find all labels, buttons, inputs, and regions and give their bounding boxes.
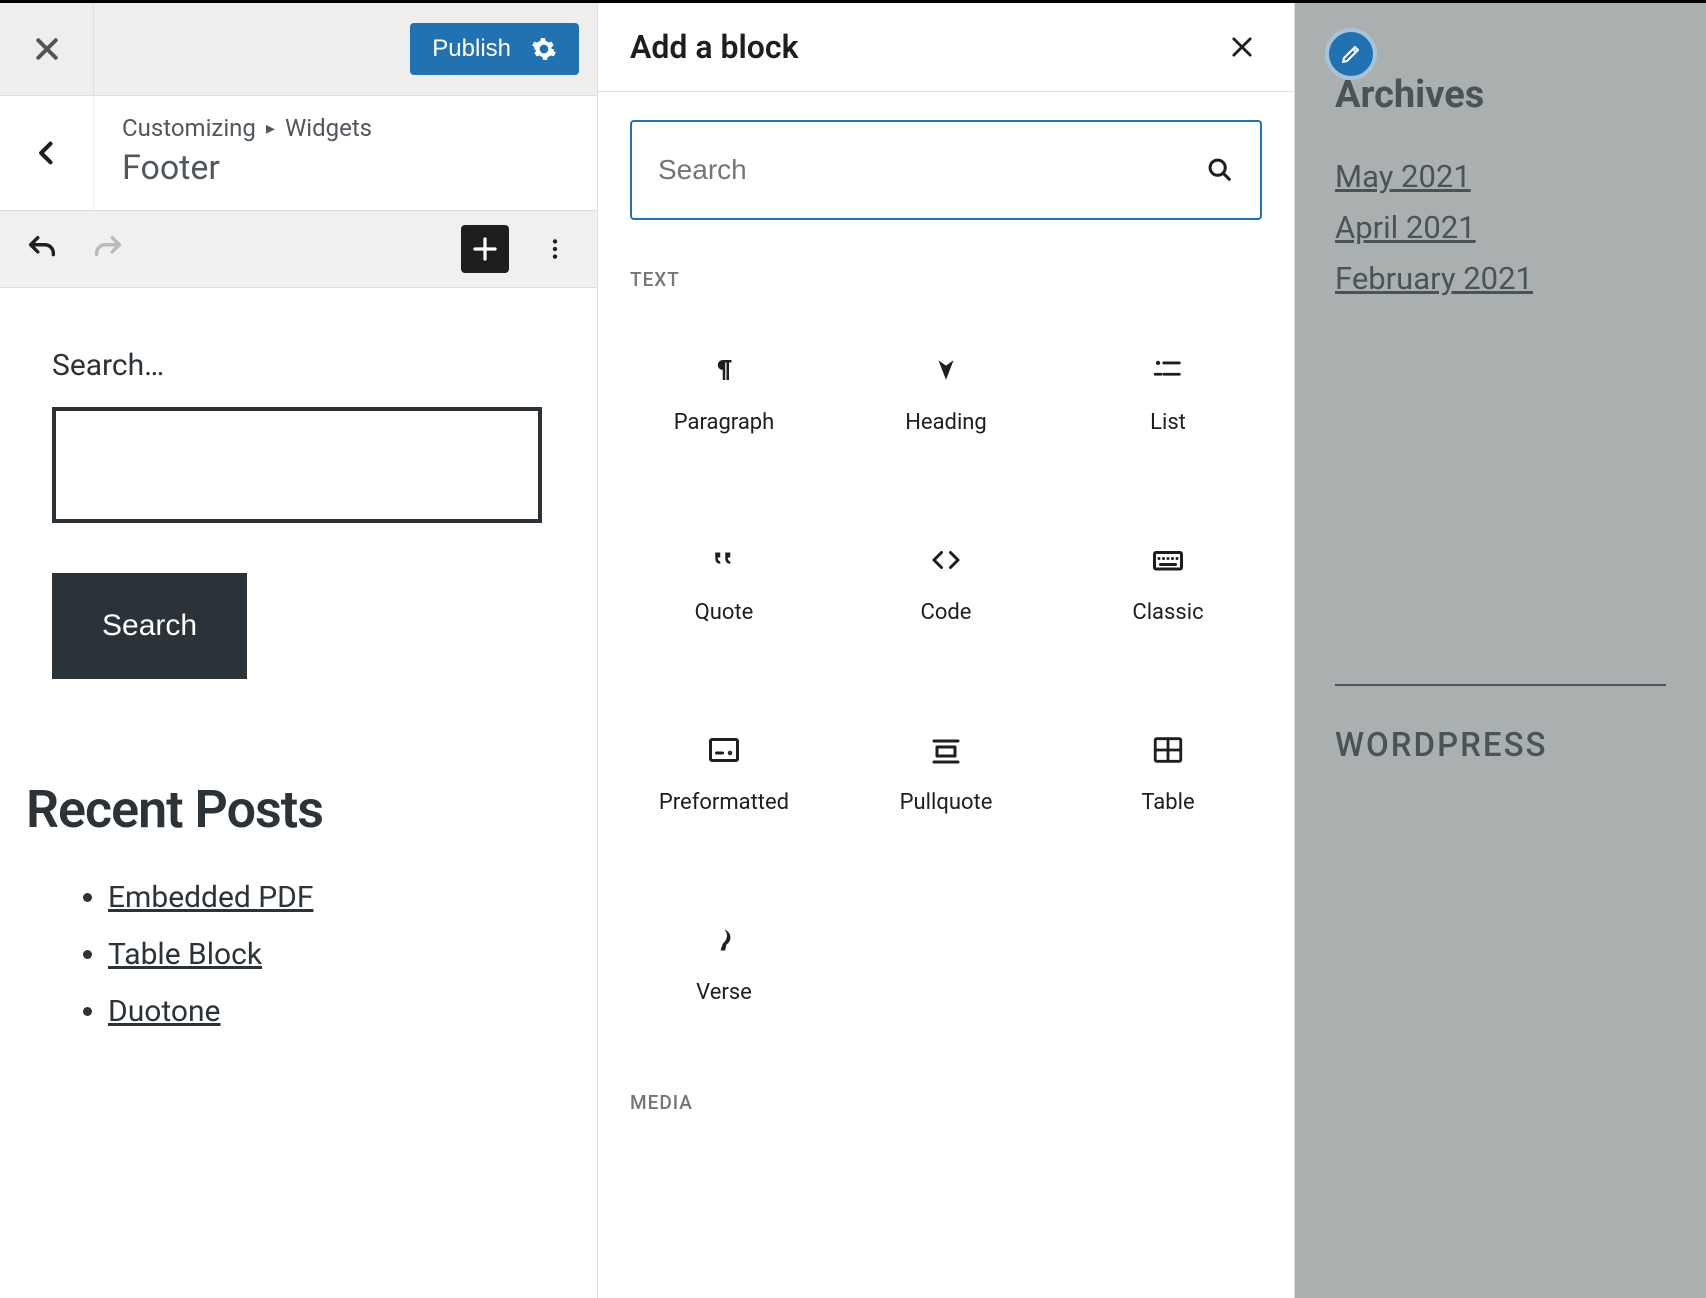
gear-icon xyxy=(531,36,557,62)
block-label: Paragraph xyxy=(674,410,775,435)
recent-posts-heading: Recent Posts xyxy=(26,779,573,840)
block-search-field[interactable] xyxy=(630,120,1262,220)
block-heading[interactable]: Heading xyxy=(840,303,1052,483)
close-icon xyxy=(1228,33,1256,61)
block-label: Verse xyxy=(696,980,752,1005)
block-label: Classic xyxy=(1132,600,1203,625)
block-preformatted[interactable]: Preformatted xyxy=(618,683,830,863)
block-classic[interactable]: Classic xyxy=(1062,493,1274,673)
pencil-icon xyxy=(1339,42,1363,66)
search-widget-button[interactable]: Search xyxy=(52,573,247,679)
block-label: Quote xyxy=(695,600,754,625)
inserter-title: Add a block xyxy=(630,28,798,66)
archive-link[interactable]: February 2021 xyxy=(1335,260,1533,297)
block-label: List xyxy=(1150,410,1186,435)
undo-button[interactable] xyxy=(22,229,62,269)
block-pullquote[interactable]: Pullquote xyxy=(840,683,1052,863)
code-icon xyxy=(928,542,964,578)
preformatted-icon xyxy=(706,732,742,768)
block-verse[interactable]: Verse xyxy=(618,873,830,1053)
footer-site-title: WORDPRESS xyxy=(1335,726,1666,765)
close-icon xyxy=(32,34,62,64)
add-block-button[interactable] xyxy=(461,225,509,273)
inserter-close-button[interactable] xyxy=(1222,27,1262,67)
plus-icon xyxy=(470,234,500,264)
verse-icon xyxy=(706,922,742,958)
chevron-left-icon xyxy=(33,139,61,167)
heading-icon xyxy=(928,352,964,388)
breadcrumb-root: Customizing xyxy=(122,114,256,142)
classic-icon xyxy=(1150,542,1186,578)
block-label: Preformatted xyxy=(659,790,789,815)
more-vertical-icon xyxy=(542,236,568,262)
pullquote-icon xyxy=(928,732,964,768)
edit-shortcut-button[interactable] xyxy=(1325,28,1377,80)
block-table[interactable]: Table xyxy=(1062,683,1274,863)
recent-post-link[interactable]: Duotone xyxy=(108,994,220,1029)
block-list[interactable]: List xyxy=(1062,303,1274,483)
search-widget-label: Search… xyxy=(52,348,573,383)
search-icon xyxy=(1206,156,1234,184)
block-quote[interactable]: Quote xyxy=(618,493,830,673)
block-label: Table xyxy=(1141,790,1194,815)
breadcrumb: Customizing ▸ Widgets xyxy=(122,114,569,142)
block-code[interactable]: Code xyxy=(840,493,1052,673)
recent-post-link[interactable]: Embedded PDF xyxy=(108,880,313,915)
block-search-input[interactable] xyxy=(658,154,1206,186)
redo-icon xyxy=(91,232,125,266)
recent-post-link[interactable]: Table Block xyxy=(108,937,262,972)
table-icon xyxy=(1150,732,1186,768)
footer-divider xyxy=(1335,684,1666,686)
recent-post-item: Duotone xyxy=(108,994,573,1029)
archives-heading: Archives xyxy=(1335,73,1666,117)
publish-label: Publish xyxy=(432,35,511,63)
search-widget-input[interactable] xyxy=(52,407,542,523)
publish-button[interactable]: Publish xyxy=(410,23,579,75)
back-button[interactable] xyxy=(27,133,67,173)
block-label: Heading xyxy=(905,410,987,435)
undo-icon xyxy=(25,232,59,266)
archive-link[interactable]: April 2021 xyxy=(1335,209,1476,246)
block-category-label: TEXT xyxy=(598,230,1294,303)
block-category-label: MEDIA xyxy=(598,1053,1294,1126)
breadcrumb-section: Widgets xyxy=(285,114,372,142)
list-icon xyxy=(1150,352,1186,388)
redo-button[interactable] xyxy=(88,229,128,269)
more-options-button[interactable] xyxy=(535,225,575,273)
archive-link[interactable]: May 2021 xyxy=(1335,158,1471,195)
breadcrumb-separator: ▸ xyxy=(266,118,275,139)
block-label: Code xyxy=(921,600,972,625)
block-paragraph[interactable]: Paragraph xyxy=(618,303,830,483)
recent-post-item: Table Block xyxy=(108,937,573,972)
block-label: Pullquote xyxy=(900,790,993,815)
recent-post-item: Embedded PDF xyxy=(108,880,573,915)
quote-icon xyxy=(706,542,742,578)
close-customizer-button[interactable] xyxy=(27,29,67,69)
paragraph-icon xyxy=(706,352,742,388)
panel-title: Footer xyxy=(122,148,569,188)
